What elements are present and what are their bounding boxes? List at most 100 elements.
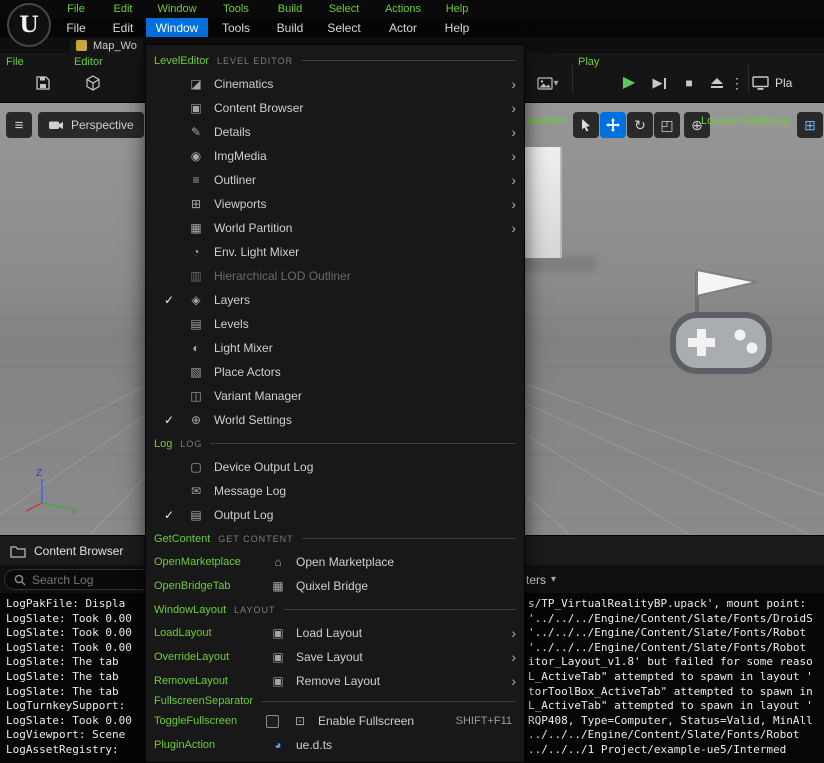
- platforms-dropdown[interactable]: Pla: [752, 69, 792, 97]
- menu-item-layers[interactable]: ✓◈Layers: [146, 288, 524, 312]
- menu-item-levels[interactable]: ▤ Levels: [146, 312, 524, 336]
- cursor-icon: [580, 118, 592, 132]
- separator-line: [301, 60, 516, 61]
- menu-item-remove-layout[interactable]: RemoveLayout▣Remove Layout›: [146, 669, 524, 693]
- extension-tag-removelayout: RemoveLayout: [154, 675, 266, 687]
- menu-item-open-marketplace[interactable]: OpenMarketplace⌂Open Marketplace: [146, 550, 524, 574]
- extension-tag-togglefullscreen: ToggleFullscreen: [154, 715, 266, 727]
- world-partition-icon: ▦: [184, 221, 208, 235]
- search-icon: [14, 574, 26, 586]
- skip-icon: ▶: [653, 75, 663, 91]
- monitor-icon: [752, 76, 769, 91]
- select-tool-button[interactable]: [573, 112, 599, 138]
- menubar-item-window[interactable]: Window: [146, 18, 208, 37]
- save-icon: [35, 75, 51, 91]
- menu-item-label: Open Marketplace: [296, 555, 394, 569]
- menu-item-label: World Settings: [214, 413, 292, 427]
- menu-item-ue-d-ts[interactable]: PluginAction◕ue.d.ts: [146, 733, 524, 757]
- menu-item-label: Levels: [214, 317, 249, 331]
- kebab-icon: ⋮: [730, 75, 744, 92]
- menu-item-content-browser[interactable]: ▣Content Browser›: [146, 96, 524, 120]
- log-line: LogAssetRegistry:: [6, 743, 145, 758]
- log-line: LogViewport: Scene: [6, 728, 145, 743]
- viewport-options-button[interactable]: ≡: [6, 112, 32, 138]
- move-icon: [606, 118, 620, 132]
- filters-dropdown[interactable]: ters ▾: [526, 569, 556, 590]
- menu-section-header-leveleditor: LevelEditorLEVEL EDITOR: [146, 49, 524, 72]
- layers-icon: ◈: [184, 293, 208, 307]
- folder-icon: [10, 544, 26, 558]
- level-tab[interactable]: Map_Wo: [70, 38, 143, 53]
- eject-icon: [710, 77, 724, 90]
- scale-icon: ◰: [660, 117, 673, 134]
- menubar-item-select[interactable]: Select: [316, 18, 372, 37]
- log-line: LogSlate: Took 0.00: [6, 714, 145, 729]
- menu-section-header-windowlayout: WindowLayoutLAYOUT: [146, 598, 524, 621]
- menu-item-enable-fullscreen[interactable]: ToggleFullscreen⊡Enable FullscreenSHIFT+…: [146, 709, 524, 733]
- section-caption: LOG: [180, 439, 202, 449]
- menu-item-label: Save Layout: [296, 650, 363, 664]
- menu-item-device-output-log[interactable]: ▢Device Output Log: [146, 455, 524, 479]
- menu-item-output-log[interactable]: ✓▤Output Log: [146, 503, 524, 527]
- menubar-item-tools[interactable]: Tools: [208, 18, 264, 37]
- log-line: LogSlate: The tab: [6, 685, 145, 700]
- menu-item-details[interactable]: ✎Details›: [146, 120, 524, 144]
- extension-tag-fullscreenseparator: FullscreenSeparator: [154, 695, 253, 707]
- play-options-kebab-button[interactable]: ⋮: [728, 69, 746, 97]
- editor-modes-button[interactable]: [78, 69, 108, 97]
- menu-item-label: Viewports: [214, 197, 266, 211]
- grid-snap-toggle-button[interactable]: ⊞: [797, 112, 823, 138]
- camera-icon: [48, 118, 64, 132]
- menu-item-outliner[interactable]: ≡Outliner›: [146, 168, 524, 192]
- menu-item-message-log[interactable]: ✉Message Log: [146, 479, 524, 503]
- levels-icon: ▤: [184, 317, 208, 331]
- separator-line: [302, 538, 516, 539]
- menu-item-world-partition[interactable]: ▦World Partition›: [146, 216, 524, 240]
- perspective-dropdown[interactable]: Perspective: [38, 112, 144, 138]
- stop-button[interactable]: ■: [674, 69, 704, 97]
- logo-letter: U: [19, 12, 38, 38]
- menubar-item-edit[interactable]: Edit: [100, 18, 146, 37]
- menu-item-viewports[interactable]: ⊞Viewports›: [146, 192, 524, 216]
- menu-item-quixel-bridge[interactable]: OpenBridgeTab▦Quixel Bridge: [146, 574, 524, 598]
- scale-tool-button[interactable]: ◰: [654, 112, 680, 138]
- menubar-item-file[interactable]: File: [52, 18, 100, 37]
- menubar-item-build[interactable]: Build: [264, 18, 316, 37]
- extension-tag-leveleditor: LevelEditor: [154, 55, 209, 67]
- filters-label-fragment: ters: [526, 573, 546, 587]
- save-button[interactable]: [28, 69, 58, 97]
- frame-skip-button[interactable]: ▶: [644, 69, 674, 97]
- menu-item-load-layout[interactable]: LoadLayout▣Load Layout›: [146, 621, 524, 645]
- submenu-arrow-icon: ›: [511, 220, 516, 236]
- menu-extension-tag-actions: Actions: [372, 3, 434, 15]
- menubar-item-actor[interactable]: Actor: [372, 18, 434, 37]
- check-mark: ✓: [154, 413, 184, 427]
- menu-item-imgmedia[interactable]: ◉ImgMedia›: [146, 144, 524, 168]
- menu-item-place-actors[interactable]: ▧Place Actors: [146, 360, 524, 384]
- menu-item-save-layout[interactable]: OverrideLayout▣Save Layout›: [146, 645, 524, 669]
- menu-item-label: Details: [214, 125, 251, 139]
- menu-item-env-light-mixer[interactable]: ◔Env. Light Mixer: [146, 240, 524, 264]
- player-start-actor[interactable]: [645, 265, 785, 405]
- fullscreen-checkbox[interactable]: [266, 715, 279, 728]
- rotate-tool-button[interactable]: ↻: [627, 112, 653, 138]
- menu-item-world-settings[interactable]: ✓⊕World Settings: [146, 408, 524, 432]
- log-line: L_ActiveTab" attempted to spawn in layou…: [528, 699, 824, 714]
- menu-item-label: ImgMedia: [214, 149, 267, 163]
- unreal-editor-window: FileEditWindowToolsBuildSelectActionsHel…: [0, 0, 824, 763]
- menubar-item-help[interactable]: Help: [434, 18, 480, 37]
- play-button[interactable]: ▶: [614, 69, 644, 97]
- menubar-extension-tags: FileEditWindowToolsBuildSelectActionsHel…: [0, 0, 824, 18]
- move-tool-button[interactable]: [600, 112, 626, 138]
- menu-extension-tag-build: Build: [264, 3, 316, 15]
- menu-item-light-mixer[interactable]: ◐Light Mixer: [146, 336, 524, 360]
- menu-item-variant-manager[interactable]: ◫Variant Manager: [146, 384, 524, 408]
- menu-item-label: Remove Layout: [296, 674, 380, 688]
- window-menu: LevelEditorLEVEL EDITOR◪Cinematics›▣Cont…: [145, 44, 525, 763]
- extension-tag-loadlayout: LoadLayout: [154, 627, 266, 639]
- menu-item-cinematics[interactable]: ◪Cinematics›: [146, 72, 524, 96]
- separator-line: [210, 443, 516, 444]
- unreal-engine-logo[interactable]: U: [7, 3, 51, 47]
- selection-mode-dropdown[interactable]: ▾: [526, 69, 570, 97]
- menu-extension-tag-select: Select: [316, 3, 372, 15]
